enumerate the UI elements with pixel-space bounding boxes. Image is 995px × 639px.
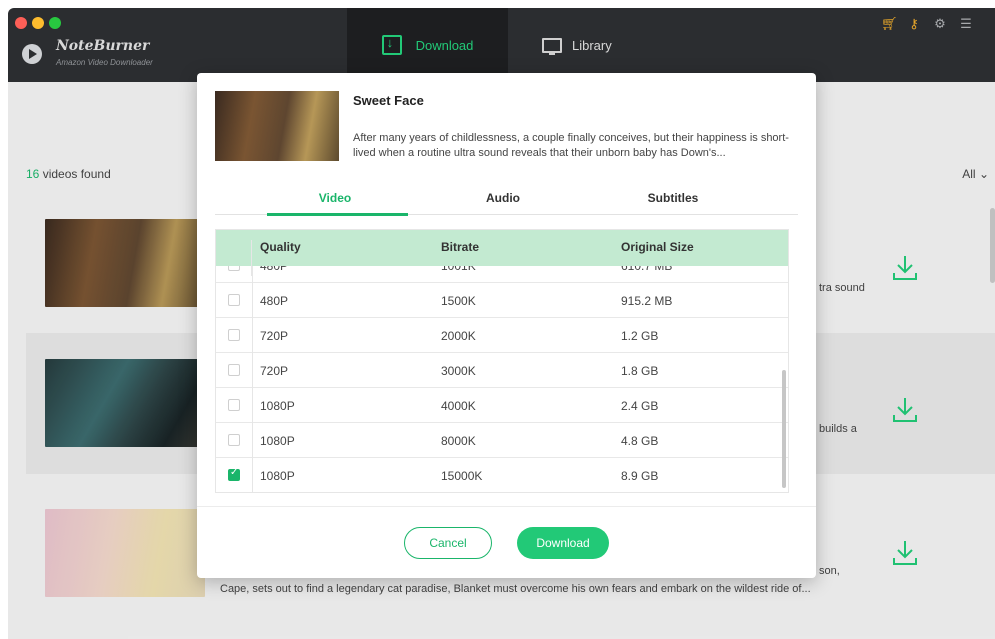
tab-video[interactable]: Video xyxy=(265,191,405,205)
cell-bitrate: 2000K xyxy=(441,329,476,343)
toolbar-icons: 🛒︎ ⚷ ⚙ ☰ xyxy=(881,16,973,32)
cancel-button[interactable]: Cancel xyxy=(404,527,492,559)
download-button[interactable]: Download xyxy=(517,527,609,559)
download-settings-dialog: Sweet Face After many years of childless… xyxy=(197,73,816,578)
cell-size: 8.9 GB xyxy=(621,469,659,483)
quality-table: Quality Bitrate Original Size 480P 1001K… xyxy=(215,229,789,493)
header-bitrate: Bitrate xyxy=(441,240,480,254)
cell-quality: 1080P xyxy=(260,399,295,413)
table-header: Quality Bitrate Original Size xyxy=(216,230,788,276)
gear-icon[interactable]: ⚙ xyxy=(933,16,947,32)
nav-library-label: Library xyxy=(572,37,612,53)
header-quality: Quality xyxy=(260,240,301,254)
cell-quality: 720P xyxy=(260,364,289,378)
cell-bitrate: 8000K xyxy=(441,434,476,448)
monitor-icon xyxy=(542,37,562,55)
table-row[interactable]: 1080P 4000K 2.4 GB xyxy=(216,388,788,423)
maximize-window-button[interactable] xyxy=(49,17,61,29)
title-bar: NoteBurner Amazon Video Downloader Downl… xyxy=(8,8,995,82)
settings-tabs: Video Audio Subtitles xyxy=(215,183,798,216)
active-tab-indicator xyxy=(267,213,408,216)
table-row[interactable]: 480P 1500K 915.2 MB xyxy=(216,283,788,318)
cell-size: 4.8 GB xyxy=(621,434,659,448)
column-divider xyxy=(252,318,253,353)
cell-size: 2.4 GB xyxy=(621,399,659,413)
row-checkbox[interactable] xyxy=(228,399,240,411)
tab-audio[interactable]: Audio xyxy=(433,191,573,205)
cell-size: 1.8 GB xyxy=(621,364,659,378)
cell-quality: 480P xyxy=(260,294,289,308)
brand-name: NoteBurner xyxy=(56,38,150,54)
header-checkbox-column xyxy=(216,240,252,276)
cell-bitrate: 3000K xyxy=(441,364,476,378)
column-divider xyxy=(252,283,253,318)
row-checkbox[interactable] xyxy=(228,294,240,306)
app-logo-icon xyxy=(22,44,42,64)
table-row[interactable]: 720P 3000K 1.8 GB xyxy=(216,353,788,388)
cart-icon[interactable]: 🛒︎ xyxy=(881,16,898,32)
column-divider xyxy=(252,388,253,423)
table-row[interactable]: 1080P 8000K 4.8 GB xyxy=(216,423,788,458)
column-divider xyxy=(252,353,253,388)
cell-bitrate: 1500K xyxy=(441,294,476,308)
download-icon xyxy=(381,35,402,55)
cell-quality: 1080P xyxy=(260,434,295,448)
footer-divider xyxy=(197,506,816,507)
cell-size: 915.2 MB xyxy=(621,294,673,308)
header-size: Original Size xyxy=(621,240,694,254)
table-scrollbar[interactable] xyxy=(782,370,786,488)
column-divider xyxy=(252,458,253,492)
column-divider xyxy=(252,423,253,458)
nav-download-label: Download xyxy=(415,37,474,53)
cell-size: 1.2 GB xyxy=(621,329,659,343)
brand-subtitle: Amazon Video Downloader xyxy=(56,58,153,67)
close-window-button[interactable] xyxy=(15,17,27,29)
menu-icon[interactable]: ☰ xyxy=(959,16,973,32)
row-checkbox[interactable] xyxy=(228,434,240,446)
row-checkbox[interactable] xyxy=(228,467,240,481)
video-thumbnail xyxy=(215,91,339,161)
key-icon[interactable]: ⚷ xyxy=(907,16,921,32)
table-row[interactable]: 1080P 15000K 8.9 GB xyxy=(216,458,788,492)
nav-library-tab[interactable]: Library xyxy=(542,8,612,82)
minimize-window-button[interactable] xyxy=(32,17,44,29)
table-row[interactable]: 720P 2000K 1.2 GB xyxy=(216,318,788,353)
video-title: Sweet Face xyxy=(353,93,424,108)
row-checkbox[interactable] xyxy=(228,364,240,376)
video-description: After many years of childlessness, a cou… xyxy=(353,132,789,159)
cell-bitrate: 15000K xyxy=(441,469,483,483)
nav-download-tab[interactable]: Download xyxy=(347,8,508,82)
cell-quality: 1080P xyxy=(260,469,295,483)
tab-subtitles[interactable]: Subtitles xyxy=(603,191,743,205)
row-checkbox[interactable] xyxy=(228,329,240,341)
cell-bitrate: 4000K xyxy=(441,399,476,413)
cell-quality: 720P xyxy=(260,329,289,343)
